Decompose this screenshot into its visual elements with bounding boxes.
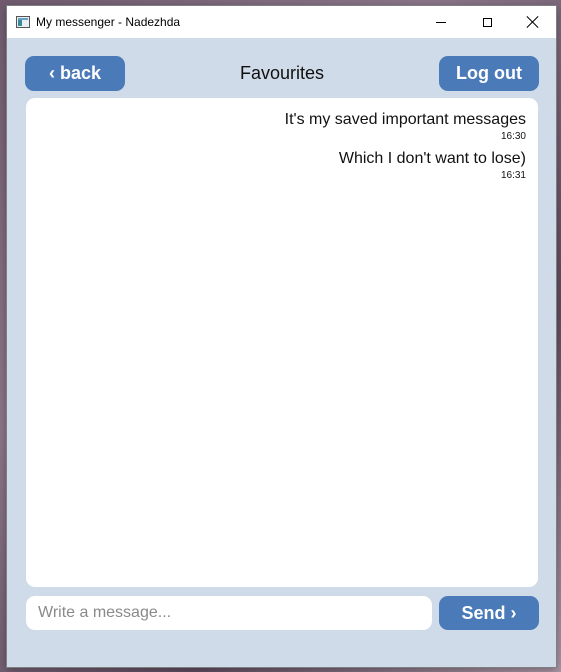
- message-time: 16:30: [500, 131, 526, 142]
- message-text: It's my saved important messages: [284, 111, 526, 128]
- minimize-button[interactable]: [418, 6, 464, 38]
- message-list[interactable]: It's my saved important messages 16:30 W…: [26, 98, 538, 587]
- close-icon: [527, 16, 539, 28]
- message-time: 16:31: [500, 170, 526, 181]
- message-input[interactable]: [26, 596, 432, 630]
- minimize-icon: [436, 21, 446, 23]
- message-item: It's my saved important messages 16:30: [38, 110, 526, 144]
- composer: Send ›: [26, 596, 539, 630]
- window-controls: [418, 6, 556, 38]
- send-button[interactable]: Send ›: [439, 596, 539, 630]
- message-item: Which I don't want to lose) 16:31: [38, 149, 526, 183]
- maximize-button[interactable]: [464, 6, 510, 38]
- title-bar[interactable]: My messenger - Nadezhda: [7, 6, 556, 38]
- logout-button[interactable]: Log out: [439, 56, 539, 91]
- maximize-icon: [482, 17, 492, 27]
- window-title: My messenger - Nadezhda: [36, 15, 181, 29]
- close-button[interactable]: [510, 6, 556, 38]
- app-window-icon: [16, 16, 30, 28]
- app-window: My messenger - Nadezhda ‹ back Favourite…: [7, 6, 556, 667]
- message-text: Which I don't want to lose): [338, 150, 526, 167]
- chat-header: ‹ back Favourites Log out: [25, 56, 539, 91]
